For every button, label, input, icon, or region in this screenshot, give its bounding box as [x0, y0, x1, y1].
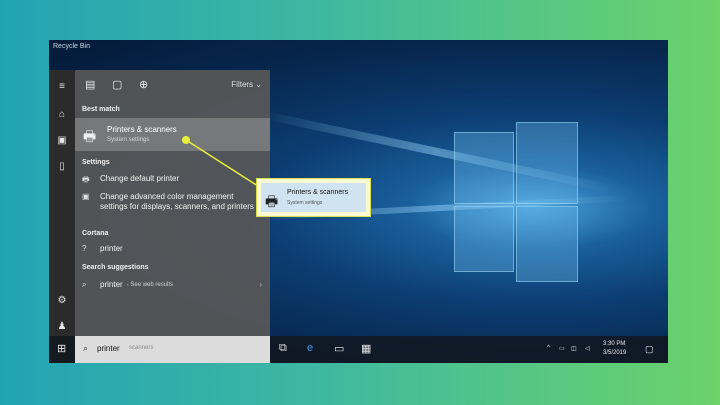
printer-icon: 🖶: [265, 193, 279, 209]
callout-title: Printers & scanners: [287, 189, 349, 196]
zoom-callout: 🖶 Printers & scanners System settings: [256, 178, 371, 217]
callout-body: 🖶 Printers & scanners System settings: [261, 183, 366, 212]
callout-anchor-dot: [182, 136, 190, 144]
callout-subtitle: System settings: [287, 200, 323, 206]
